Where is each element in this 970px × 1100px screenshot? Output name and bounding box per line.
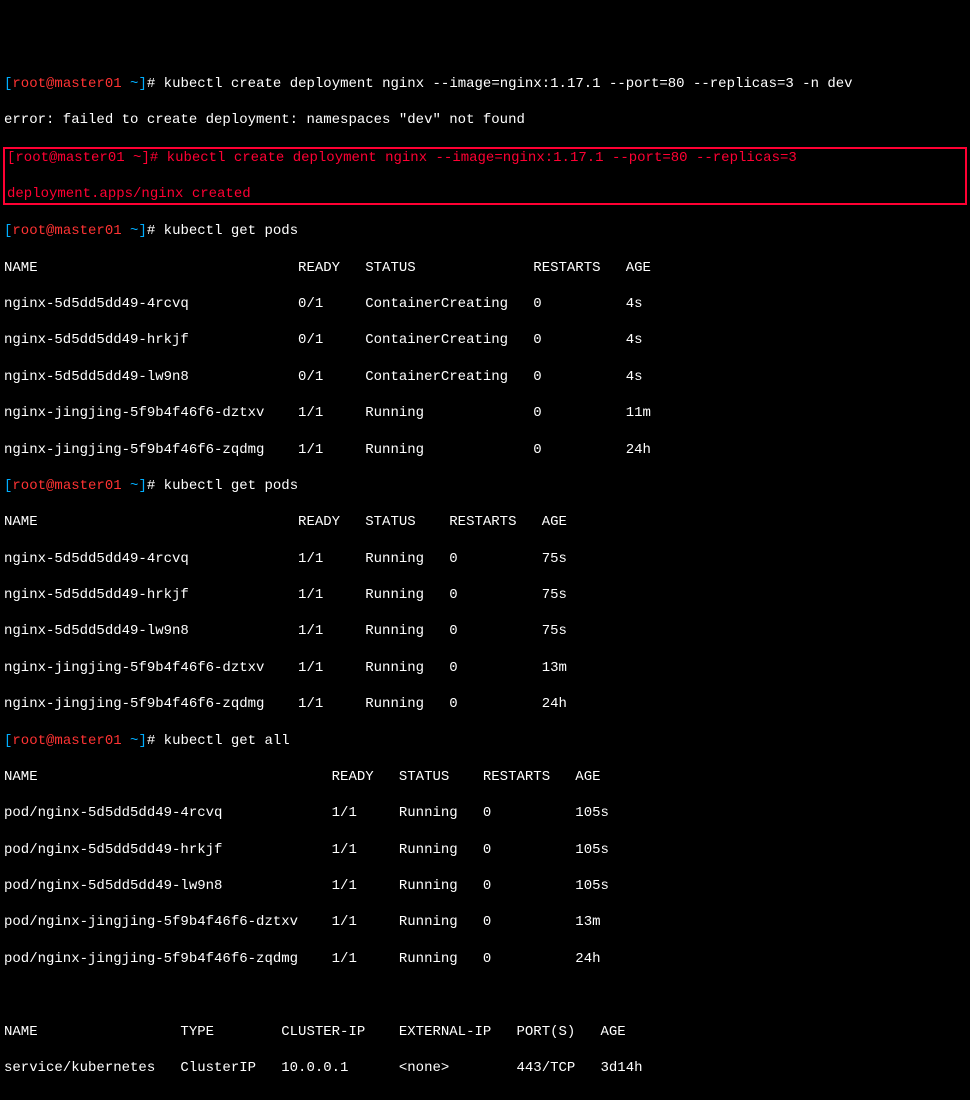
prompt-bracket: [ (4, 733, 12, 749)
table-row: nginx-jingjing-5f9b4f46f6-zqdmg 1/1 Runn… (4, 695, 966, 713)
table-header: NAME READY STATUS RESTARTS AGE (4, 259, 966, 277)
prompt-host: master01 (57, 150, 124, 166)
table-row: service/kubernetes ClusterIP 10.0.0.1 <n… (4, 1059, 966, 1077)
prompt-bracket-close: ] (138, 76, 146, 92)
command-text: kubectl create deployment nginx --image=… (167, 150, 797, 166)
prompt-user: root (12, 478, 46, 494)
prompt-user: root (15, 150, 49, 166)
table-row: nginx-5d5dd5dd49-lw9n8 1/1 Running 0 75s (4, 622, 966, 640)
highlighted-region: [root@master01 ~]# kubectl create deploy… (3, 147, 967, 206)
prompt-user: root (12, 76, 46, 92)
prompt-host: master01 (54, 76, 121, 92)
prompt-tilde: ~ (130, 733, 138, 749)
prompt-bracket-close: ] (138, 478, 146, 494)
table-row: pod/nginx-5d5dd5dd49-hrkjf 1/1 Running 0… (4, 841, 966, 859)
table-row: nginx-5d5dd5dd49-hrkjf 1/1 Running 0 75s (4, 586, 966, 604)
prompt-hash: # (147, 478, 164, 494)
terminal-line: [root@master01 ~]# kubectl create deploy… (4, 75, 966, 93)
table-row: nginx-jingjing-5f9b4f46f6-zqdmg 1/1 Runn… (4, 441, 966, 459)
table-row: pod/nginx-5d5dd5dd49-4rcvq 1/1 Running 0… (4, 804, 966, 822)
table-row: nginx-5d5dd5dd49-4rcvq 0/1 ContainerCrea… (4, 295, 966, 313)
prompt-hash: # (147, 76, 164, 92)
terminal-output: deployment.apps/nginx created (7, 185, 963, 203)
prompt-bracket-close: ] (138, 223, 146, 239)
table-row: nginx-jingjing-5f9b4f46f6-dztxv 1/1 Runn… (4, 659, 966, 677)
terminal-line: [root@master01 ~]# kubectl get pods (4, 222, 966, 240)
prompt-bracket-close: ] (138, 733, 146, 749)
prompt-host: master01 (54, 478, 121, 494)
terminal-line: [root@master01 ~]# kubectl get pods (4, 477, 966, 495)
prompt-hash: # (147, 733, 164, 749)
prompt-host: master01 (54, 733, 121, 749)
prompt-user: root (12, 733, 46, 749)
table-header: NAME TYPE CLUSTER-IP EXTERNAL-IP PORT(S)… (4, 1023, 966, 1041)
table-row: pod/nginx-jingjing-5f9b4f46f6-zqdmg 1/1 … (4, 950, 966, 968)
command-text: kubectl get pods (164, 478, 298, 494)
table-row: nginx-jingjing-5f9b4f46f6-dztxv 1/1 Runn… (4, 404, 966, 422)
table-row: nginx-5d5dd5dd49-4rcvq 1/1 Running 0 75s (4, 550, 966, 568)
table-row: pod/nginx-5d5dd5dd49-lw9n8 1/1 Running 0… (4, 877, 966, 895)
prompt-user: root (12, 223, 46, 239)
prompt-bracket-close: ] (141, 150, 149, 166)
prompt-at: @ (46, 733, 54, 749)
command-text: kubectl get pods (164, 223, 298, 239)
table-row: nginx-5d5dd5dd49-hrkjf 0/1 ContainerCrea… (4, 331, 966, 349)
terminal-line: [root@master01 ~]# kubectl get all (4, 732, 966, 750)
command-text: kubectl create deployment nginx --image=… (164, 76, 853, 92)
table-header: NAME READY STATUS RESTARTS AGE (4, 513, 966, 531)
prompt-hash: # (150, 150, 167, 166)
terminal-line: [root@master01 ~]# kubectl create deploy… (7, 149, 963, 167)
table-row: pod/nginx-jingjing-5f9b4f46f6-dztxv 1/1 … (4, 913, 966, 931)
blank-line (4, 986, 966, 1004)
command-text: kubectl get all (164, 733, 290, 749)
prompt-hash: # (147, 223, 164, 239)
table-header: NAME READY STATUS RESTARTS AGE (4, 768, 966, 786)
prompt-host: master01 (54, 223, 121, 239)
terminal-output: error: failed to create deployment: name… (4, 111, 966, 129)
table-row: nginx-5d5dd5dd49-lw9n8 0/1 ContainerCrea… (4, 368, 966, 386)
